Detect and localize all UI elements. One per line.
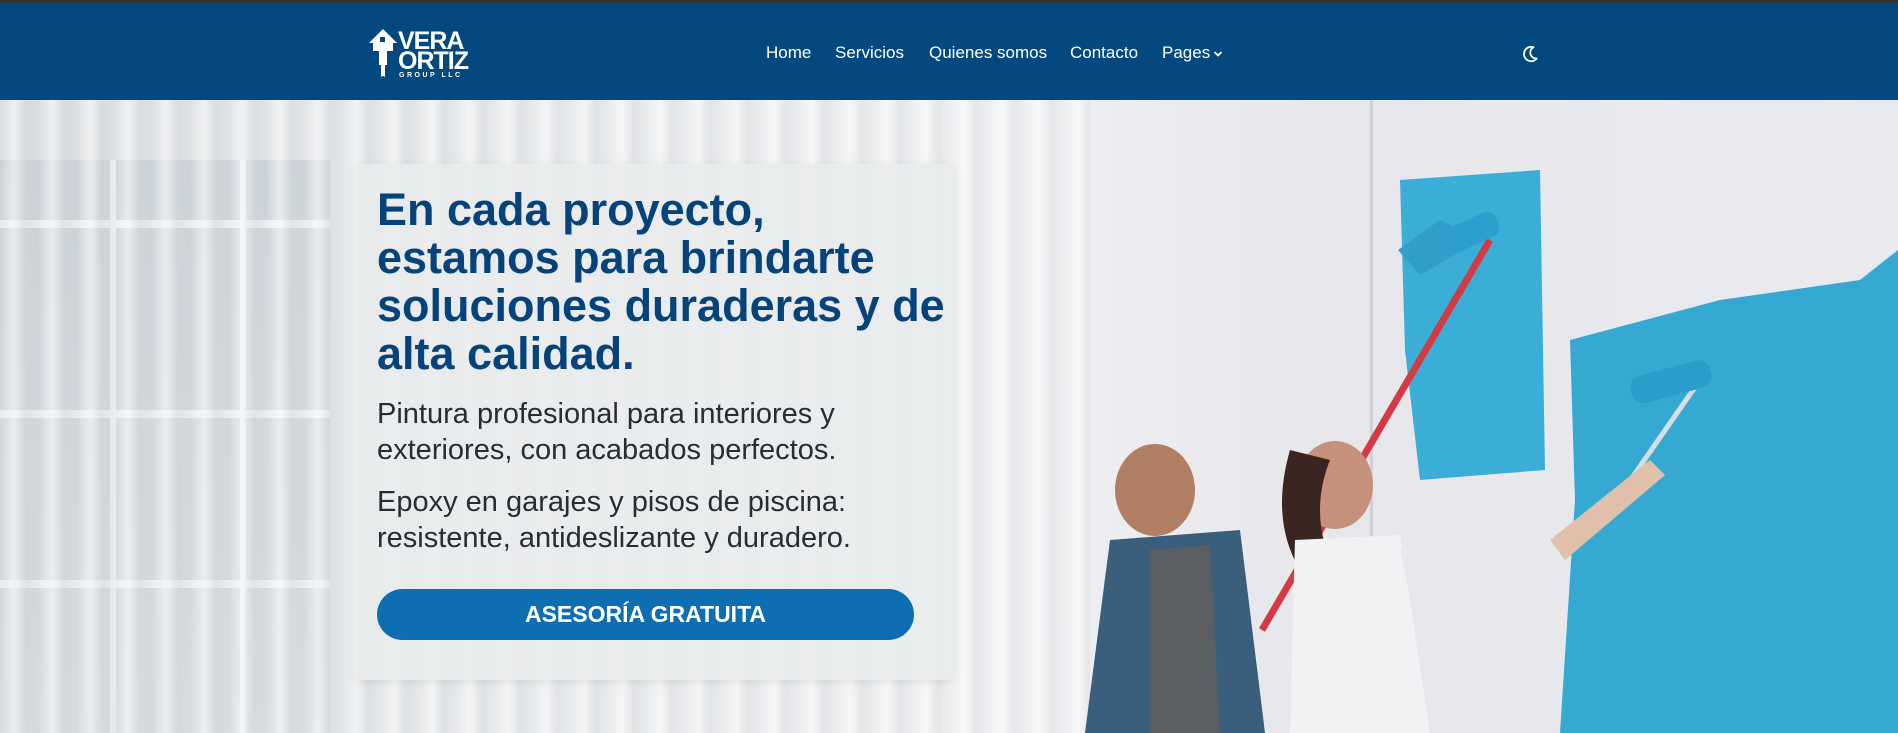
nav-servicios[interactable]: Servicios xyxy=(835,42,904,64)
nav-pages-label: Pages xyxy=(1162,43,1211,62)
free-consultation-button[interactable]: ASESORÍA GRATUITA xyxy=(377,589,914,640)
chevron-down-icon xyxy=(1214,50,1223,57)
nav-pages-dropdown[interactable]: Pages xyxy=(1162,42,1223,64)
house-brush-icon xyxy=(369,29,397,80)
logo-subtext: GROUP LLC xyxy=(399,72,463,79)
hero-headline: En cada proyecto, estamos para brindarte… xyxy=(377,184,945,379)
moon-icon[interactable] xyxy=(1520,44,1540,64)
navbar: VERA ORTIZ GROUP LLC Home Servicios Quie… xyxy=(0,3,1898,100)
hero-section: En cada proyecto, estamos para brindarte… xyxy=(0,100,1898,733)
nav-home[interactable]: Home xyxy=(766,42,811,64)
brand-logo[interactable]: VERA ORTIZ GROUP LLC xyxy=(368,25,472,81)
hero-card: En cada proyecto, estamos para brindarte… xyxy=(353,164,954,680)
logo-text-line2: ORTIZ xyxy=(398,47,469,75)
nav-quienes-somos[interactable]: Quienes somos xyxy=(929,42,1047,64)
hero-paragraph-painting: Pintura profesional para interiores y ex… xyxy=(377,398,837,466)
hero-paragraph-epoxy: Epoxy en garajes y pisos de piscina: res… xyxy=(377,486,851,554)
nav-contacto[interactable]: Contacto xyxy=(1070,42,1138,64)
